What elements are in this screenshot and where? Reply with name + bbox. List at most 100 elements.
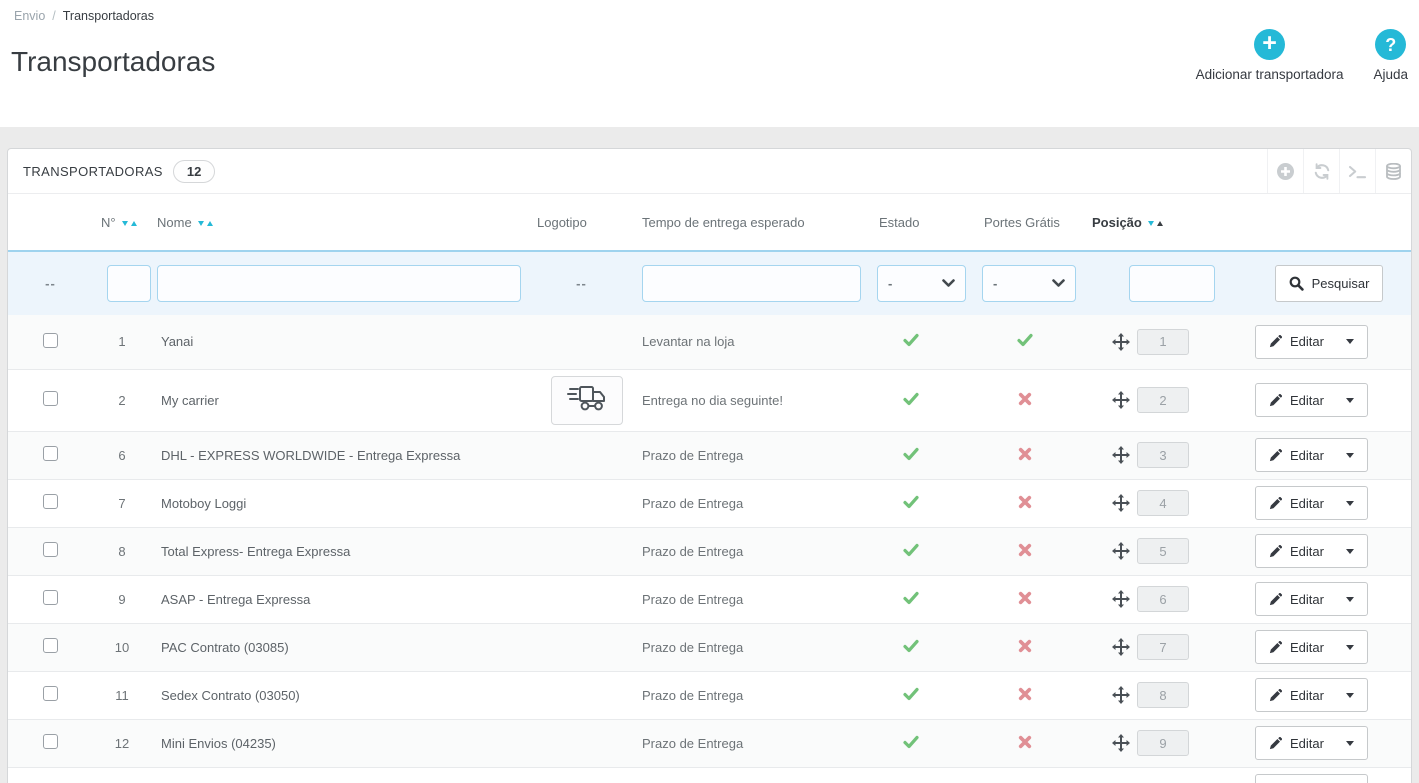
status-enabled-check-icon[interactable] xyxy=(903,593,919,608)
add-new-icon[interactable] xyxy=(1267,149,1303,193)
table-row: 6DHL - EXPRESS WORLDWIDE - Entrega Expre… xyxy=(8,431,1411,479)
sort-asc-icon[interactable] xyxy=(131,221,137,226)
edit-button[interactable]: Editar xyxy=(1255,438,1368,472)
pencil-icon xyxy=(1269,593,1282,606)
edit-button[interactable]: Editar xyxy=(1255,630,1368,664)
status-enabled-check-icon[interactable] xyxy=(903,449,919,464)
row-checkbox[interactable] xyxy=(43,333,58,348)
page-title: Transportadoras xyxy=(11,46,215,78)
edit-button[interactable]: Editar xyxy=(1255,678,1368,712)
refresh-icon[interactable] xyxy=(1303,149,1339,193)
table-row: 10PAC Contrato (03085)Prazo de EntregaEd… xyxy=(8,623,1411,671)
filter-position-input[interactable] xyxy=(1129,265,1215,302)
sort-icons xyxy=(1148,221,1163,226)
filter-row: -- -- - - Pesquisar xyxy=(8,251,1411,315)
chevron-down-icon xyxy=(942,276,955,291)
row-checkbox[interactable] xyxy=(43,686,58,701)
status-enabled-check-icon[interactable] xyxy=(903,394,919,409)
table-row: 12Mini Envios (04235)Prazo de EntregaEdi… xyxy=(8,719,1411,767)
table-row: 8Total Express- Entrega ExpressaPrazo de… xyxy=(8,527,1411,575)
column-header-id[interactable]: N° xyxy=(101,215,116,230)
search-button[interactable]: Pesquisar xyxy=(1275,265,1384,302)
search-icon xyxy=(1289,276,1304,291)
sort-desc-icon[interactable] xyxy=(198,221,204,226)
status-enabled-check-icon[interactable] xyxy=(903,497,919,512)
drag-handle-icon[interactable] xyxy=(1112,333,1130,351)
row-checkbox[interactable] xyxy=(43,734,58,749)
filter-id-input[interactable] xyxy=(107,265,151,302)
edit-button[interactable]: Editar xyxy=(1255,486,1368,520)
free-shipping-cross-icon[interactable] xyxy=(1018,593,1032,608)
free-shipping-cross-icon[interactable] xyxy=(1018,737,1032,752)
row-checkbox[interactable] xyxy=(43,494,58,509)
pencil-icon xyxy=(1269,394,1282,407)
status-enabled-check-icon[interactable] xyxy=(903,689,919,704)
show-query-icon[interactable] xyxy=(1339,149,1375,193)
drag-handle-icon[interactable] xyxy=(1112,734,1130,752)
carrier-id: 12 xyxy=(93,719,149,767)
filter-delay-input[interactable] xyxy=(642,265,861,302)
drag-handle-icon[interactable] xyxy=(1112,590,1130,608)
logo-filter-placeholder: -- xyxy=(537,276,626,291)
row-checkbox[interactable] xyxy=(43,638,58,653)
truck-icon xyxy=(567,383,607,417)
free-shipping-check-icon[interactable] xyxy=(1017,335,1033,350)
filter-name-input[interactable] xyxy=(157,265,521,302)
pencil-icon xyxy=(1269,497,1282,510)
edit-button[interactable]: Editar xyxy=(1255,534,1368,568)
breadcrumb-section[interactable]: Envio xyxy=(14,9,45,23)
row-checkbox[interactable] xyxy=(43,446,58,461)
free-shipping-cross-icon[interactable] xyxy=(1018,449,1032,464)
drag-handle-icon[interactable] xyxy=(1112,542,1130,560)
filter-free-shipping-select[interactable]: - xyxy=(982,265,1076,302)
help-button[interactable]: ? Ajuda xyxy=(1373,29,1408,82)
free-shipping-cross-icon[interactable] xyxy=(1018,689,1032,704)
drag-handle-icon[interactable] xyxy=(1112,391,1130,409)
status-enabled-check-icon[interactable] xyxy=(903,737,919,752)
column-header-position[interactable]: Posição xyxy=(1092,215,1142,230)
row-checkbox[interactable] xyxy=(43,590,58,605)
drag-handle-icon[interactable] xyxy=(1112,446,1130,464)
caret-down-icon xyxy=(1346,741,1354,746)
edit-button[interactable]: Editar xyxy=(1255,726,1368,760)
table-row: 9ASAP - Entrega ExpressaPrazo de Entrega… xyxy=(8,575,1411,623)
carrier-name: Motoboy Loggi xyxy=(149,479,529,527)
sort-asc-icon[interactable] xyxy=(207,221,213,226)
edit-button[interactable]: Editar xyxy=(1255,582,1368,616)
sort-desc-icon[interactable] xyxy=(122,221,128,226)
free-shipping-cross-icon[interactable] xyxy=(1018,545,1032,560)
add-carrier-button[interactable]: + Adicionar transportadora xyxy=(1196,29,1344,82)
export-sql-icon[interactable] xyxy=(1375,149,1411,193)
free-shipping-cross-icon[interactable] xyxy=(1018,497,1032,512)
sort-desc-icon[interactable] xyxy=(1148,221,1154,226)
drag-handle-icon[interactable] xyxy=(1112,638,1130,656)
edit-button[interactable]: Editar xyxy=(1255,325,1368,359)
status-enabled-check-icon[interactable] xyxy=(903,545,919,560)
free-shipping-cross-icon[interactable] xyxy=(1018,641,1032,656)
panel-heading: TRANSPORTADORAS 12 xyxy=(8,149,1411,194)
status-enabled-check-icon[interactable] xyxy=(903,641,919,656)
filter-status-select[interactable]: - xyxy=(877,265,966,302)
pencil-icon xyxy=(1269,449,1282,462)
edit-button[interactable]: Editar xyxy=(1255,383,1368,417)
carrier-logo-cell xyxy=(529,719,634,767)
content-area: TRANSPORTADORAS 12 N° Nome Logotipo xyxy=(0,127,1419,783)
carrier-id: 9 xyxy=(93,575,149,623)
free-shipping-cross-icon[interactable] xyxy=(1018,394,1032,409)
carrier-name: My carrier xyxy=(149,369,529,431)
status-enabled-check-icon[interactable] xyxy=(903,335,919,350)
row-checkbox[interactable] xyxy=(43,542,58,557)
column-header-name[interactable]: Nome xyxy=(157,215,192,230)
caret-down-icon xyxy=(1346,645,1354,650)
sort-asc-icon[interactable] xyxy=(1157,221,1163,226)
position-input xyxy=(1137,682,1189,708)
drag-handle-icon[interactable] xyxy=(1112,686,1130,704)
position-input xyxy=(1137,329,1189,355)
row-checkbox[interactable] xyxy=(43,391,58,406)
drag-handle-icon[interactable] xyxy=(1112,494,1130,512)
pencil-icon xyxy=(1269,737,1282,750)
edit-button[interactable]: Editar xyxy=(1255,774,1368,783)
add-carrier-label: Adicionar transportadora xyxy=(1196,67,1344,82)
count-badge: 12 xyxy=(173,160,215,183)
help-circle-icon: ? xyxy=(1375,29,1406,60)
